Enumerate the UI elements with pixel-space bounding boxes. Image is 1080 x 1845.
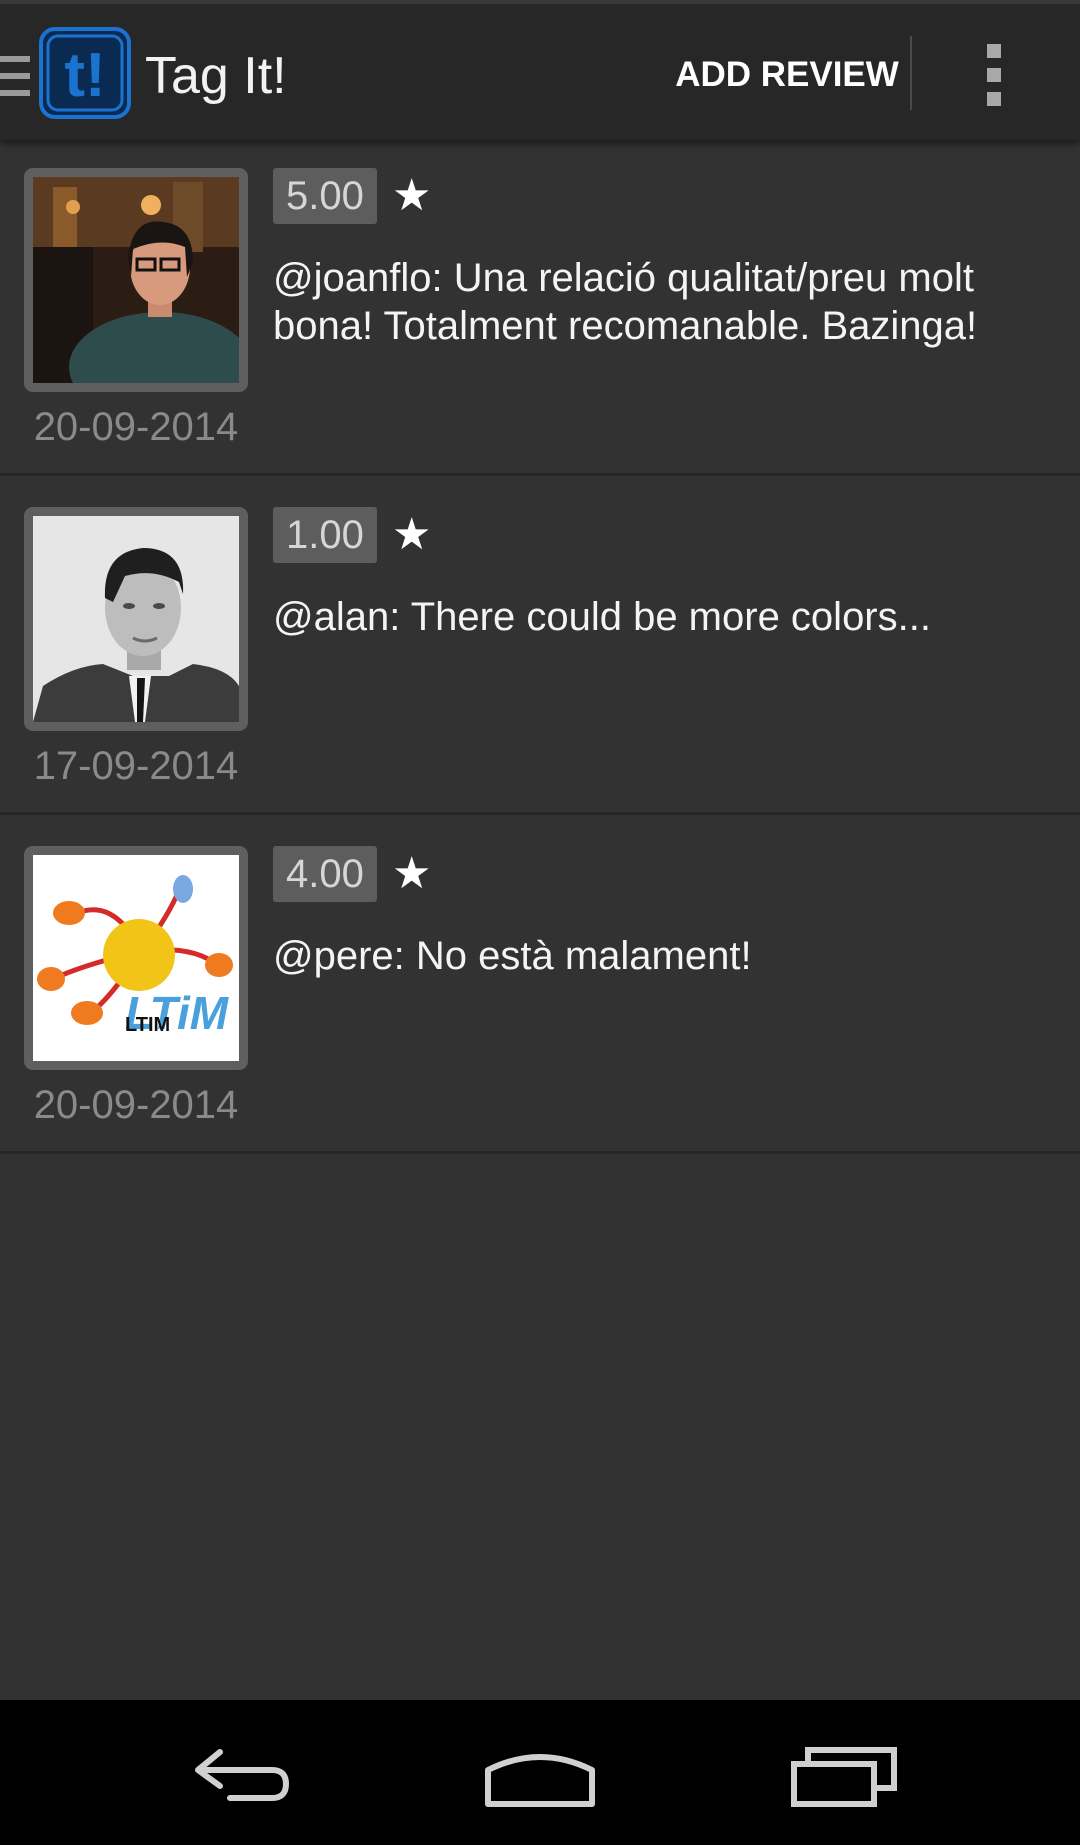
- avatar: [24, 507, 248, 731]
- recents-icon[interactable]: [780, 1740, 900, 1810]
- user-photo-bw: [33, 516, 239, 722]
- review-item[interactable]: 17-09-2014 1.00 ★ @alan: There could be …: [0, 479, 1080, 815]
- overflow-menu-icon[interactable]: [985, 44, 1005, 108]
- review-item[interactable]: 20-09-2014 5.00 ★ @joanflo: Una relació …: [0, 140, 1080, 476]
- add-review-button[interactable]: ADD REVIEW: [672, 40, 902, 110]
- svg-text:LTIM: LTIM: [125, 1014, 170, 1036]
- star-icon: ★: [392, 849, 432, 898]
- app-logo-icon[interactable]: t!: [38, 26, 132, 120]
- star-icon: ★: [392, 171, 432, 220]
- review-item[interactable]: LTiM LTIM 20-09-2014 4.00 ★ @pere: No es…: [0, 818, 1080, 1154]
- avatar: LTiM LTIM: [24, 846, 248, 1070]
- avatar: [24, 168, 248, 392]
- review-text: @alan: There could be more colors...: [273, 595, 931, 639]
- star-icon: ★: [392, 510, 432, 559]
- app-title: Tag It!: [145, 47, 287, 105]
- home-icon[interactable]: [480, 1740, 600, 1810]
- review-text: @pere: No està malament!: [273, 934, 752, 978]
- review-date: 20-09-2014: [33, 1083, 239, 1127]
- user-photo: [33, 177, 239, 383]
- ltim-logo: LTiM LTIM: [33, 855, 239, 1061]
- svg-text:t!: t!: [64, 41, 105, 110]
- review-text: @joanflo: Una relació qualitat/preu molt…: [273, 256, 978, 348]
- rating-badge: 4.00: [273, 846, 377, 902]
- drawer-icon[interactable]: [0, 56, 30, 100]
- navigation-bar: [0, 1700, 1080, 1845]
- rating-badge: 5.00: [273, 168, 377, 224]
- action-bar: t! Tag It! ADD REVIEW: [0, 4, 1080, 140]
- review-date: 20-09-2014: [33, 405, 239, 449]
- rating-badge: 1.00: [273, 507, 377, 563]
- action-divider: [910, 36, 912, 110]
- back-icon[interactable]: [180, 1740, 300, 1810]
- review-date: 17-09-2014: [33, 744, 239, 788]
